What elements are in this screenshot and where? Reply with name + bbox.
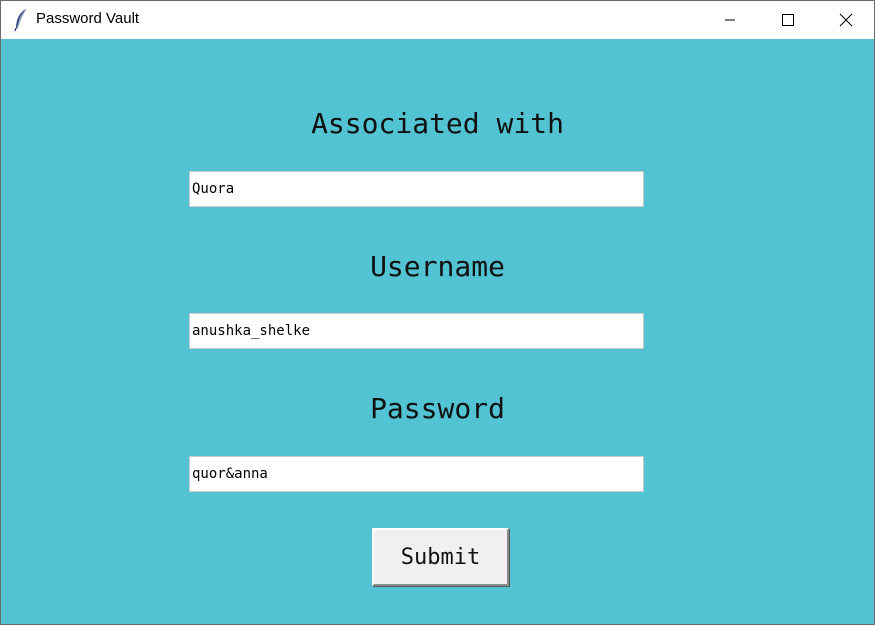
associated-with-label: Associated with [311,107,564,140]
close-button[interactable] [817,1,874,39]
app-window: Password Vault Associated with Username … [0,0,875,625]
minimize-button[interactable] [701,1,759,39]
maximize-icon [782,14,794,26]
maximize-button[interactable] [759,1,817,39]
password-label: Password [370,392,505,425]
form-panel: Associated with Username Password Submit [1,39,874,624]
window-title: Password Vault [36,10,140,27]
associated-with-input[interactable] [189,171,644,207]
username-input[interactable] [189,313,644,349]
password-input[interactable] [189,456,644,492]
minimize-icon [725,19,735,21]
feather-icon [13,8,29,32]
close-icon [839,13,853,27]
title-bar[interactable]: Password Vault [1,0,874,39]
submit-button[interactable]: Submit [372,528,509,586]
username-label: Username [370,250,505,283]
